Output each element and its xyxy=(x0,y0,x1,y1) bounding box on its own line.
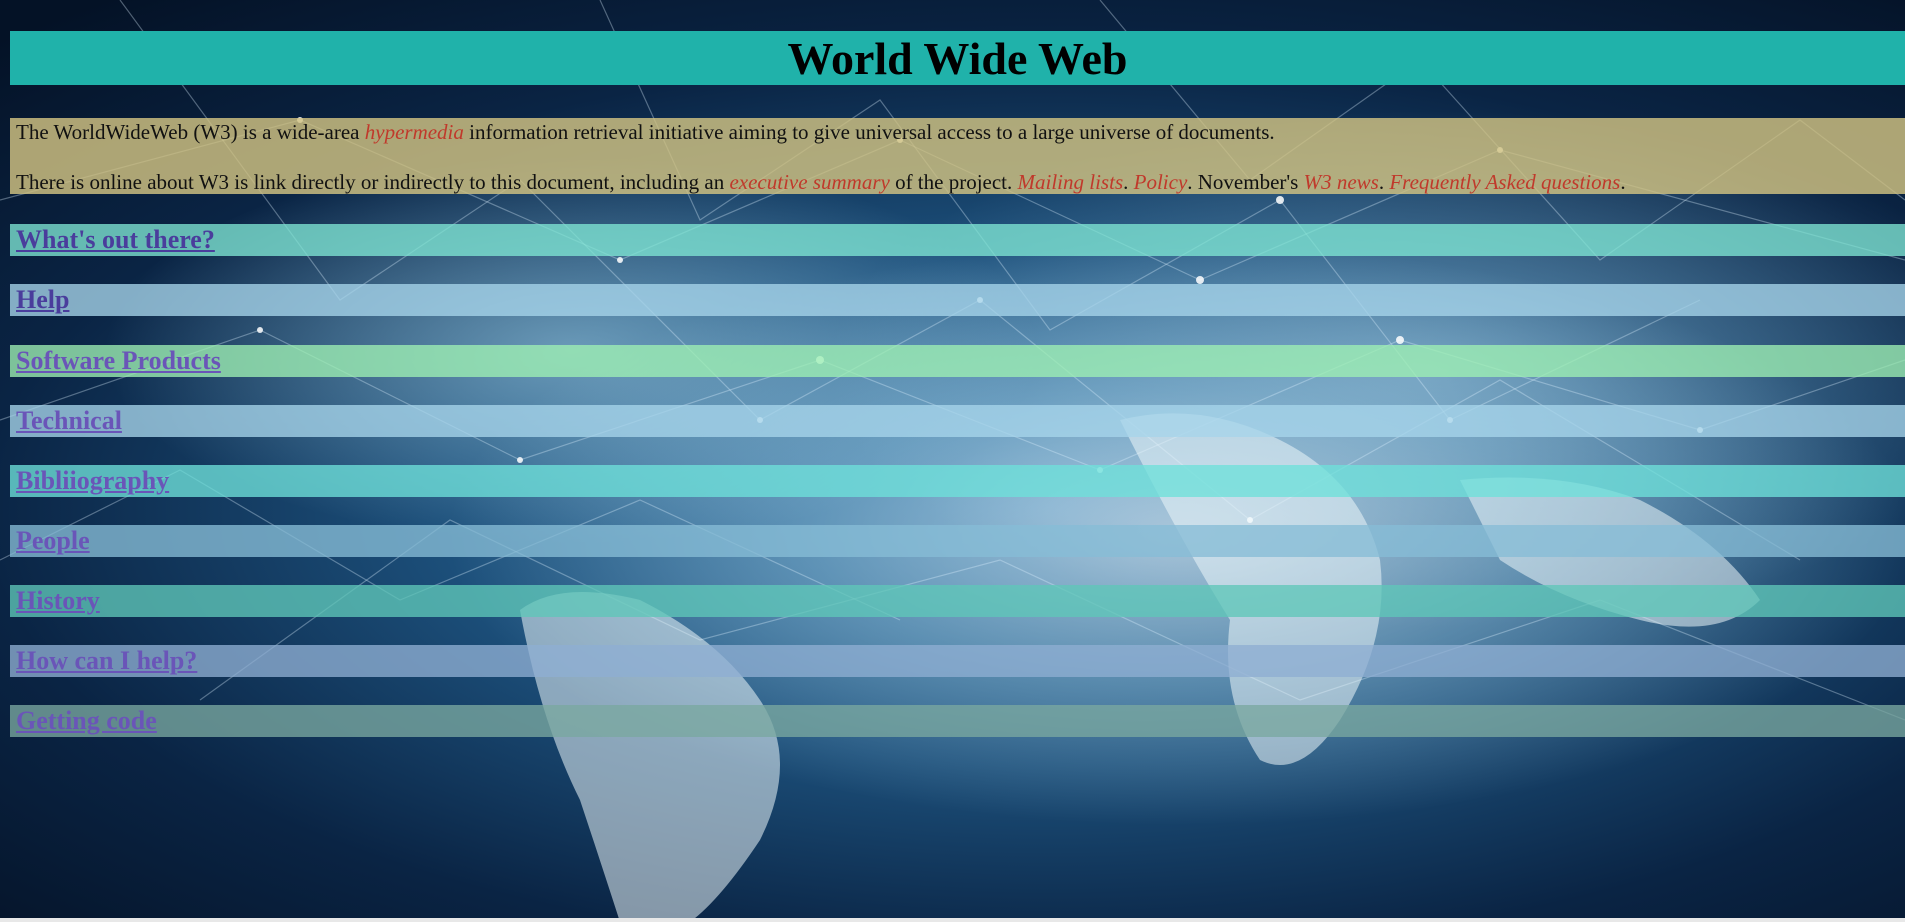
bottom-edge xyxy=(0,918,1905,922)
intro-paragraph-2: There is online about W3 is link directl… xyxy=(16,168,1626,196)
nav-link-technical[interactable]: Technical xyxy=(16,405,122,437)
executive-summary-link[interactable]: executive summary xyxy=(729,170,889,194)
mailing-lists-link[interactable]: Mailing lists xyxy=(1018,170,1124,194)
policy-link[interactable]: Policy xyxy=(1134,170,1188,194)
nav-band-whats-out-there: What's out there? xyxy=(10,224,1905,256)
faq-link[interactable]: Frequently Asked questions xyxy=(1389,170,1620,194)
nav-link-getting-code[interactable]: Getting code xyxy=(16,705,157,737)
intro-text: . xyxy=(1620,170,1626,194)
nav-band-software-products: Software Products xyxy=(10,345,1905,377)
intro-section: The WorldWideWeb (W3) is a wide-area hyp… xyxy=(10,118,1905,194)
w3-news-link[interactable]: W3 news xyxy=(1304,170,1379,194)
nav-band-help: Help xyxy=(10,284,1905,316)
intro-text: . xyxy=(1378,170,1390,194)
page-title: World Wide Web xyxy=(787,33,1128,84)
nav-band-history: History xyxy=(10,585,1905,617)
intro-text: The WorldWideWeb (W3) is a wide-area xyxy=(16,120,365,144)
nav-band-bibliography: Bibliiography xyxy=(10,465,1905,497)
nav-band-technical: Technical xyxy=(10,405,1905,437)
hypermedia-link[interactable]: hypermedia xyxy=(365,120,464,144)
intro-text: of the project. xyxy=(889,170,1018,194)
nav-link-software-products[interactable]: Software Products xyxy=(16,345,221,377)
nav-link-how-can-i-help[interactable]: How can I help? xyxy=(16,645,197,677)
nav-band-how-can-i-help: How can I help? xyxy=(10,645,1905,677)
intro-paragraph-1: The WorldWideWeb (W3) is a wide-area hyp… xyxy=(16,118,1275,146)
nav-band-people: People xyxy=(10,525,1905,557)
nav-link-bibliography[interactable]: Bibliiography xyxy=(16,465,169,497)
nav-link-whats-out-there[interactable]: What's out there? xyxy=(16,224,215,256)
intro-text: . xyxy=(1123,170,1134,194)
nav-link-help[interactable]: Help xyxy=(16,284,69,316)
intro-text: There is online about W3 is link directl… xyxy=(16,170,730,194)
intro-text: information retrieval initiative aiming … xyxy=(463,120,1275,144)
nav-band-getting-code: Getting code xyxy=(10,705,1905,737)
title-bar: World Wide Web xyxy=(10,31,1905,85)
intro-text: . November's xyxy=(1187,170,1304,194)
nav-link-history[interactable]: History xyxy=(16,585,100,617)
nav-link-people[interactable]: People xyxy=(16,525,90,557)
